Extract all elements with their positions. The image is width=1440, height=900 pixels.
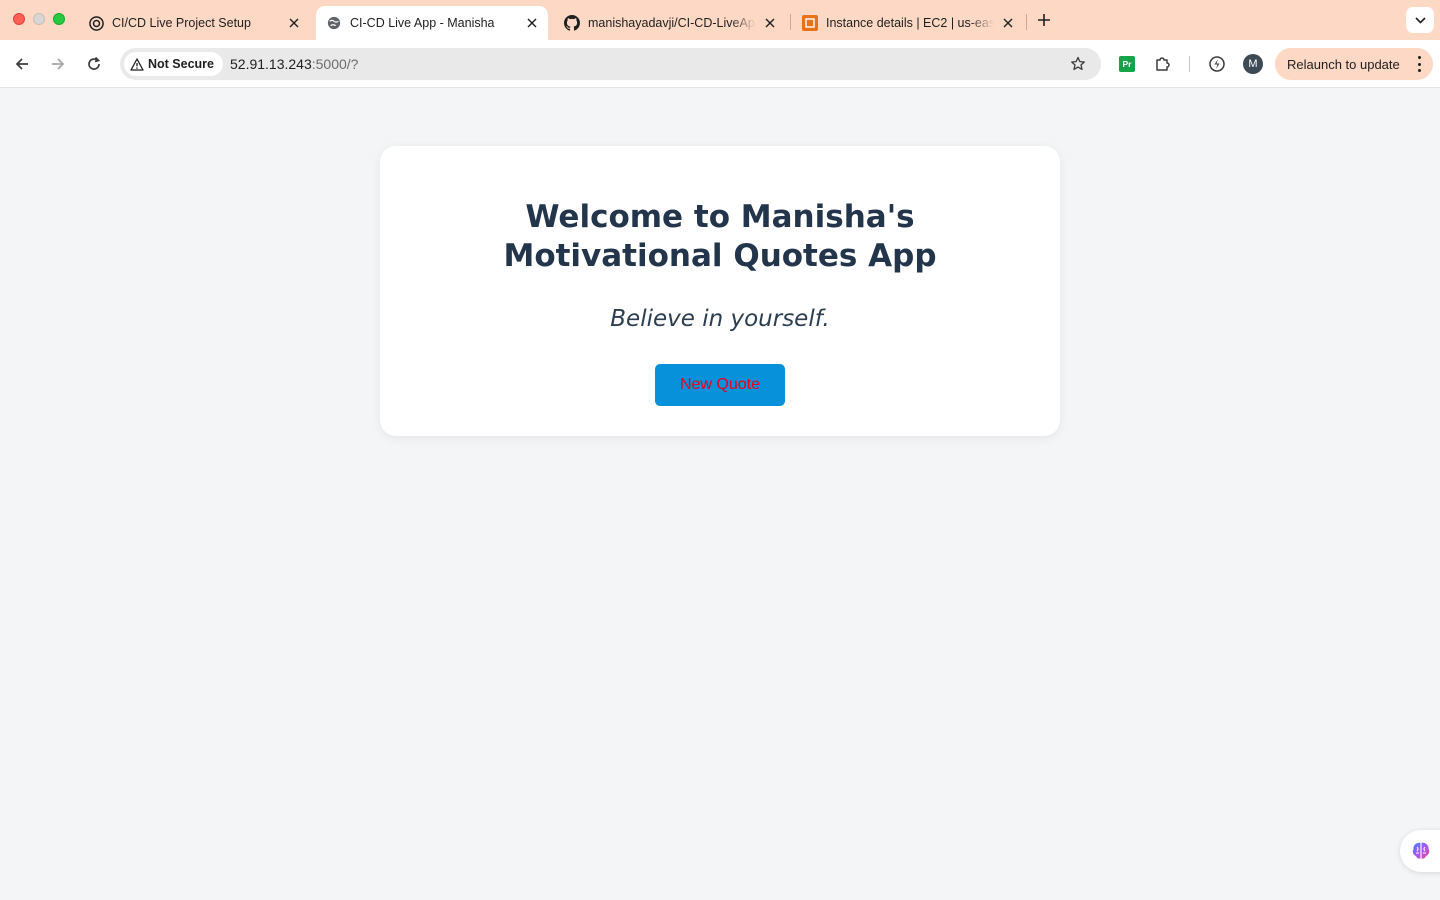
security-label: Not Secure <box>148 57 214 71</box>
page-title: Welcome to Manisha's Motivational Quotes… <box>503 199 937 274</box>
url-text[interactable]: 52.91.13.243:5000/? <box>230 56 358 72</box>
window-zoom-button[interactable] <box>53 13 65 25</box>
pr-extension-icon: Pr <box>1119 56 1135 72</box>
puzzle-icon <box>1156 57 1170 71</box>
tab-title: CI/CD Live Project Setup <box>112 16 251 30</box>
back-button[interactable] <box>10 52 34 76</box>
openai-icon <box>88 15 104 31</box>
site-info-chip[interactable]: Not Secure <box>124 52 223 76</box>
lightning-icon <box>1209 56 1225 72</box>
tab-github-repo[interactable]: manishayadavji/CI-CD-LiveApp <box>554 6 786 40</box>
tab-separator <box>790 14 791 30</box>
tab-cicd-project-setup[interactable]: CI/CD Live Project Setup <box>78 6 310 40</box>
new-quote-button[interactable]: New Quote <box>655 364 785 406</box>
tab-separator <box>1026 14 1027 30</box>
assistant-widget-button[interactable] <box>1400 830 1440 872</box>
tab-title: CI-CD Live App - Manisha <box>350 16 495 30</box>
close-tab-icon[interactable] <box>762 15 778 31</box>
tab-title: Instance details | EC2 | us-east-1 <box>826 16 994 30</box>
browser-toolbar: Not Secure 52.91.13.243:5000/? Pr M Rela… <box>0 40 1440 88</box>
relaunch-label: Relaunch to update <box>1287 56 1400 72</box>
brain-icon <box>1412 842 1430 859</box>
close-tab-icon[interactable] <box>524 15 540 31</box>
github-icon <box>564 15 580 31</box>
reload-icon <box>88 56 101 70</box>
window-close-button[interactable] <box>13 13 25 25</box>
quote-text: Believe in yourself. <box>610 306 830 332</box>
tab-cicd-live-app[interactable]: CI-CD Live App - Manisha <box>316 6 548 40</box>
tab-search-button[interactable] <box>1406 7 1434 33</box>
tab-ec2-instance-details[interactable]: Instance details | EC2 | us-east-1 <box>792 6 1024 40</box>
quote-card: Welcome to Manisha's Motivational Quotes… <box>380 146 1060 436</box>
reload-button[interactable] <box>82 52 106 76</box>
forward-button[interactable] <box>46 52 70 76</box>
arrow-left-icon <box>15 58 28 70</box>
address-bar[interactable]: Not Secure 52.91.13.243:5000/? <box>120 48 1101 80</box>
tab-title: manishayadavji/CI-CD-LiveApp <box>588 16 756 30</box>
arrow-right-icon <box>52 58 65 70</box>
aws-ec2-icon <box>802 15 818 31</box>
performance-button[interactable] <box>1207 54 1227 74</box>
toolbar-separator <box>1189 56 1190 72</box>
globe-icon <box>326 15 342 31</box>
relaunch-to-update-button[interactable]: Relaunch to update <box>1275 48 1433 80</box>
bookmark-star-icon[interactable] <box>1069 55 1087 73</box>
url-path: :5000/? <box>311 56 359 72</box>
chevron-down-icon <box>1414 16 1426 24</box>
pr-extension-button[interactable]: Pr <box>1117 54 1137 74</box>
extensions-button[interactable] <box>1153 54 1173 74</box>
url-host: 52.91.13.243 <box>230 56 312 72</box>
close-tab-icon[interactable] <box>286 15 302 31</box>
new-tab-button[interactable] <box>1034 10 1054 30</box>
more-menu-icon <box>1417 56 1421 72</box>
profile-avatar[interactable]: M <box>1243 54 1263 74</box>
warning-icon <box>130 57 144 71</box>
close-tab-icon[interactable] <box>1000 15 1016 31</box>
window-minimize-button[interactable] <box>33 13 45 25</box>
tab-strip: CI/CD Live Project Setup CI-CD Live App … <box>0 0 1440 40</box>
